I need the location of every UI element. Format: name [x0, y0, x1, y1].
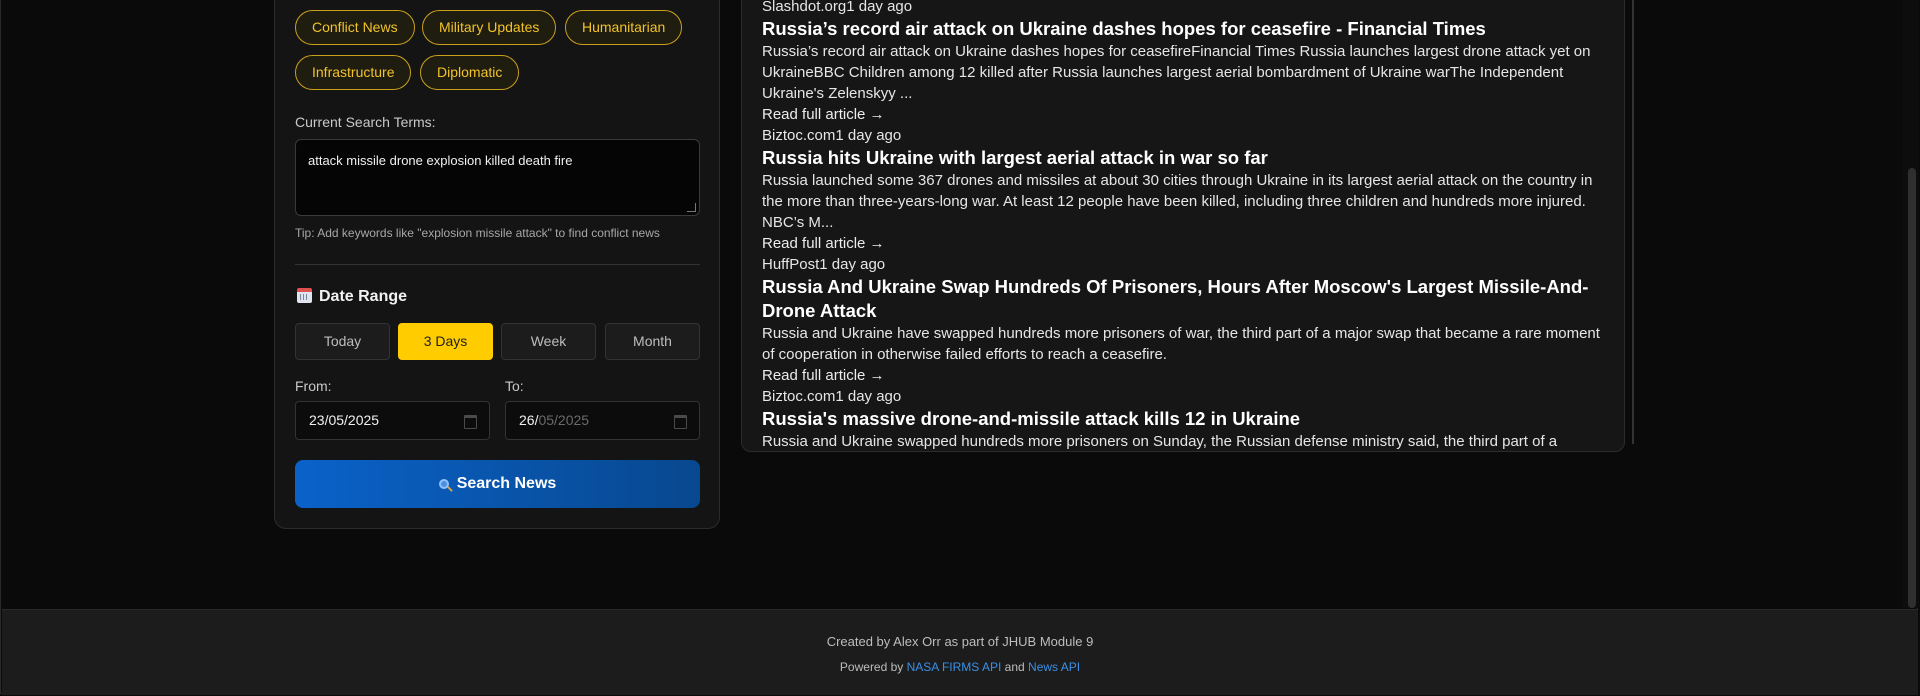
chip-conflict-news[interactable]: Conflict News: [295, 10, 415, 45]
search-tip: Tip: Add keywords like "explosion missil…: [295, 226, 660, 240]
read-article-link[interactable]: Read full article →: [762, 233, 1612, 254]
article-source: HuffPost1 day ago: [762, 256, 886, 273]
to-date-rest: 05/2025: [538, 412, 590, 428]
powered-by-and: and: [1001, 660, 1029, 674]
search-terms-value: attack missile drone explosion killed de…: [308, 153, 573, 168]
range-today-button[interactable]: Today: [295, 323, 390, 360]
article-source: Biztoc.com1 day ago: [762, 388, 902, 405]
date-range-heading: Date Range: [297, 288, 407, 306]
chip-infrastructure[interactable]: Infrastructure: [295, 55, 412, 90]
range-month-button[interactable]: Month: [605, 323, 700, 360]
search-button-label: Search News: [456, 475, 557, 492]
app-window: Conflict News Military Updates Humanitar…: [0, 0, 1919, 695]
search-news-button[interactable]: Search News: [295, 460, 700, 508]
powered-by-prefix: Powered by: [839, 660, 907, 674]
from-label: From:: [295, 378, 332, 394]
article-description: Russia and Ukraine swapped hundreds more…: [762, 433, 1558, 450]
read-article-link[interactable]: Read full article →: [762, 104, 1612, 125]
article-description: Russia launched some 367 drones and miss…: [762, 172, 1593, 231]
article-title[interactable]: Russia’s record air attack on Ukraine da…: [762, 17, 1612, 41]
search-icon: [438, 479, 449, 489]
from-date-input[interactable]: 23/05/2025: [295, 401, 490, 440]
range-3days-button[interactable]: 3 Days: [398, 323, 493, 360]
date-range-title: Date Range: [319, 288, 408, 305]
article-title[interactable]: Russia And Ukraine Swap Hundreds Of Pris…: [762, 275, 1612, 323]
page-scrollbar-thumb[interactable]: [1908, 168, 1916, 608]
from-date-value: 23/05/2025: [309, 412, 380, 428]
divider: [295, 264, 700, 265]
article-title[interactable]: Russia's massive drone-and-missile attac…: [762, 407, 1612, 431]
resize-grip-icon[interactable]: [687, 203, 696, 212]
date-picker-icon[interactable]: [464, 415, 477, 429]
nasa-firms-api-link[interactable]: NASA FIRMS API: [907, 660, 1002, 674]
footer-powered-by: Powered by NASA FIRMS API and News API: [2, 660, 1918, 674]
to-date-input[interactable]: 26/05/2025: [505, 401, 700, 440]
to-label: To:: [505, 378, 524, 394]
read-article-link[interactable]: Read full article →: [762, 365, 1612, 386]
date-picker-icon[interactable]: [674, 415, 687, 429]
calendar-icon: [297, 288, 312, 303]
search-terms-label: Current Search Terms:: [295, 114, 436, 130]
article-list-scrollbar[interactable]: [1632, 0, 1634, 444]
footer: Created by Alex Orr as part of JHUB Modu…: [2, 609, 1918, 695]
chip-military-updates[interactable]: Military Updates: [422, 10, 557, 45]
to-date-day: 26/: [519, 412, 539, 428]
article-source: Biztoc.com1 day ago: [762, 127, 902, 144]
news-api-link[interactable]: News API: [1028, 660, 1080, 674]
range-week-button[interactable]: Week: [501, 323, 596, 360]
article-item: Russia’s record air attack on Ukraine da…: [762, 17, 1612, 146]
article-description: Russia’s record air attack on Ukraine da…: [762, 43, 1591, 102]
article-item: Russia And Ukraine Swap Hundreds Of Pris…: [762, 275, 1612, 407]
footer-credit: Created by Alex Orr as part of JHUB Modu…: [826, 634, 1094, 649]
search-terms-textarea[interactable]: attack missile drone explosion killed de…: [295, 139, 700, 216]
article-list[interactable]: Slashdot.org1 day ago Russia’s record ai…: [762, 0, 1612, 452]
article-item: Russia hits Ukraine with largest aerial …: [762, 146, 1612, 275]
chip-diplomatic[interactable]: Diplomatic: [420, 55, 520, 90]
article-source: Slashdot.org1 day ago: [762, 0, 913, 15]
chip-humanitarian[interactable]: Humanitarian: [565, 10, 683, 45]
article-title[interactable]: Russia hits Ukraine with largest aerial …: [762, 146, 1612, 170]
article-description: Russia and Ukraine have swapped hundreds…: [762, 325, 1600, 363]
article-item: Russia's massive drone-and-missile attac…: [762, 407, 1612, 452]
